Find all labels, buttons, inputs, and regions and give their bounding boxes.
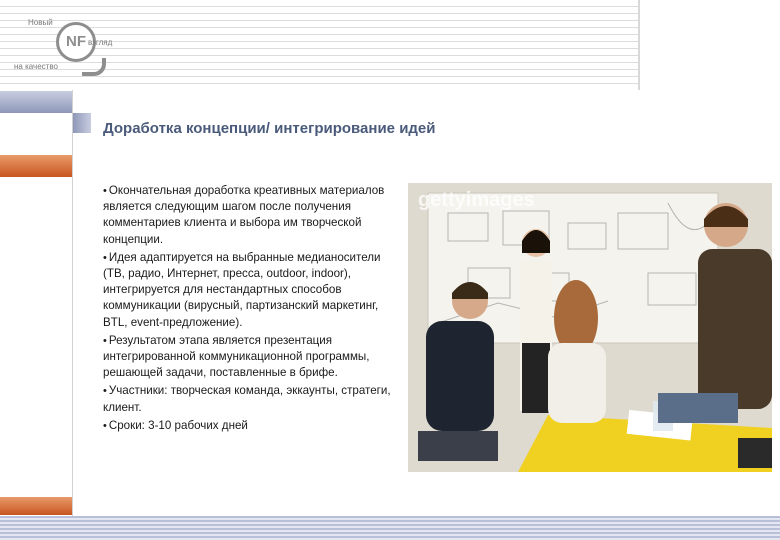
bullet-item: • Сроки: 3-10 рабочих дней [103,418,405,434]
footer-band [0,516,780,540]
company-logo: Новый NF взгляд на качество [12,14,122,84]
bullet-text: Участники: творческая команда, эккаунты,… [103,384,391,414]
header-right-panel [640,0,780,90]
left-guide-line [72,90,73,520]
header-divider [638,0,640,90]
slide-title: Доработка концепции/ интегрирование идей [103,120,436,137]
bullet-item: • Результатом этапа является презентация … [103,333,405,382]
bullet-text: Сроки: 3-10 рабочих дней [108,418,248,432]
logo-text-new: Новый [28,18,53,27]
bullet-item: • Окончательная доработка креативных мате… [103,183,405,248]
logo-text-view: взгляд [88,38,113,47]
left-accent-orange-bottom [0,497,72,515]
bullet-dot: • [103,334,107,347]
logo-text-quality: на качество [14,62,58,71]
bullet-dot: • [103,385,107,398]
bullet-item: • Идея адаптируется на выбранные медианос… [103,250,405,331]
bullet-dot: • [103,185,107,197]
left-accent-blue [0,91,72,113]
bullet-list: • Окончательная доработка креативных мате… [103,183,405,436]
photo-illustration [408,183,772,472]
bullet-dot: • [103,419,107,432]
bullet-text: Результатом этапа является презентация и… [103,333,370,380]
logo-q-tail [82,58,106,76]
title-marker [73,113,91,133]
team-meeting-photo: gettyimages [408,183,772,472]
photo-watermark: gettyimages [418,189,535,211]
bullet-dot: • [103,251,107,264]
bullet-text: Окончательная доработка креативных матер… [103,184,385,246]
bullet-item: • Участники: творческая команда, эккаунты… [103,383,405,415]
left-accent-orange [0,155,72,177]
bullet-text: Идея адаптируется на выбранные медианоси… [103,250,381,329]
